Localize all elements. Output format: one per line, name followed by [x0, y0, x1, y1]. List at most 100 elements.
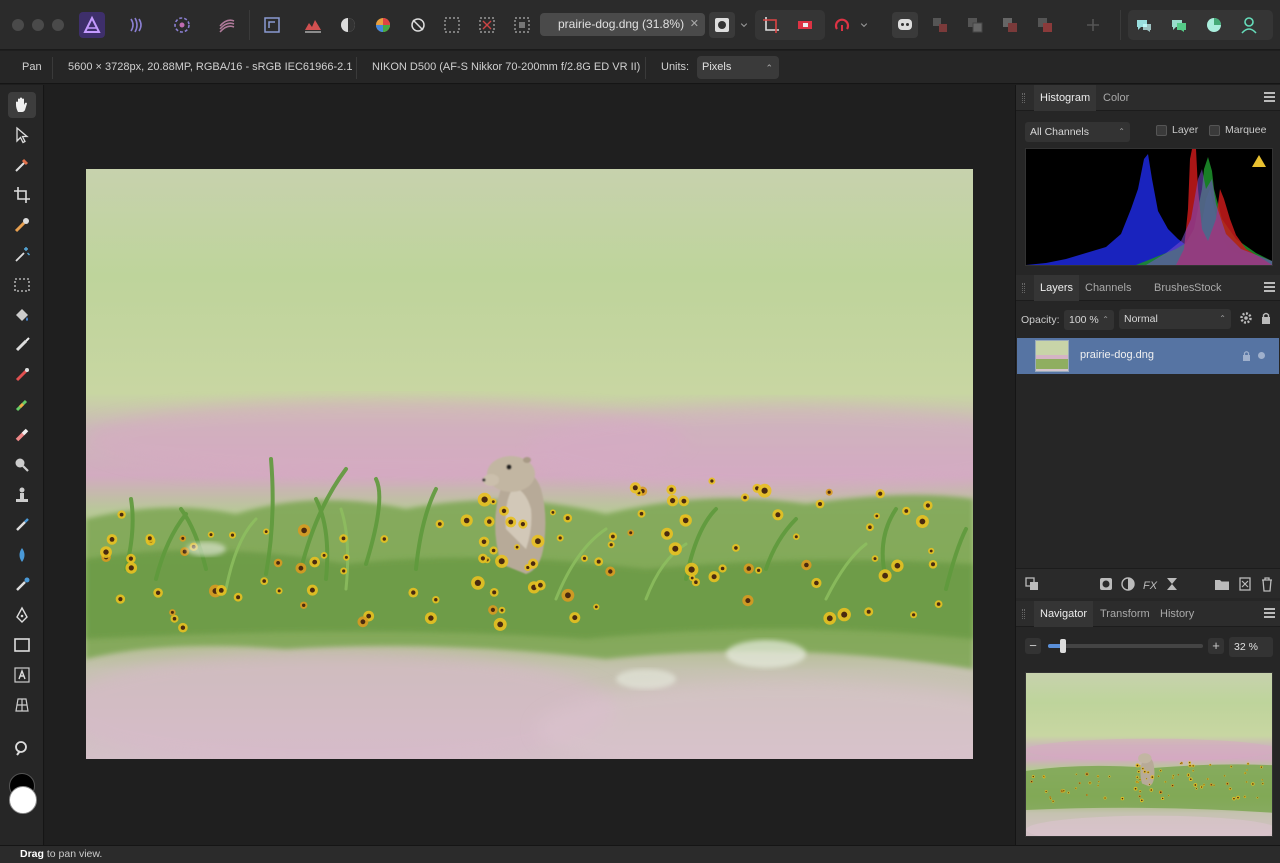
- close-document-icon[interactable]: ✕: [690, 13, 699, 36]
- develop-persona-icon[interactable]: [169, 12, 195, 38]
- close-window-button[interactable]: [12, 19, 24, 31]
- tab-color[interactable]: Color: [1097, 85, 1135, 111]
- quick-mask-dropdown-icon[interactable]: [737, 12, 751, 38]
- channels-select[interactable]: All Channels: [1025, 122, 1130, 142]
- blend-mode-select[interactable]: Normal: [1119, 309, 1231, 329]
- tab-histogram[interactable]: Histogram: [1034, 85, 1097, 111]
- zoom-in-button[interactable]: +: [1208, 638, 1224, 654]
- mixer-brush-tool-icon[interactable]: [8, 392, 36, 418]
- main-toolbar: prairie-dog.dng (31.8%) ✕: [0, 0, 1280, 50]
- quick-mask-icon[interactable]: [709, 12, 735, 38]
- move-forward-icon[interactable]: [997, 12, 1023, 38]
- rectangular-marquee-tool-icon[interactable]: [8, 272, 36, 298]
- tab-stock[interactable]: Stock: [1188, 275, 1228, 301]
- navigator-preview[interactable]: [1025, 672, 1273, 837]
- units-select[interactable]: Pixels: [697, 56, 779, 80]
- zoom-out-button[interactable]: −: [1025, 638, 1041, 654]
- marquee-checkbox[interactable]: [1209, 125, 1220, 136]
- canvas-area[interactable]: [45, 85, 1015, 845]
- zoom-slider-knob[interactable]: [1060, 639, 1066, 653]
- pixel-tool-icon[interactable]: [8, 362, 36, 388]
- export-persona-icon[interactable]: [259, 12, 285, 38]
- liquify-persona-icon[interactable]: [124, 12, 150, 38]
- assistant-dropdown-icon[interactable]: [857, 12, 871, 38]
- hourglass-icon[interactable]: [1164, 576, 1180, 592]
- selection-brush-tool-icon[interactable]: [8, 212, 36, 238]
- snap-grid-icon[interactable]: [1080, 12, 1106, 38]
- chat-icon[interactable]: [1166, 12, 1192, 38]
- auto-white-balance-icon[interactable]: [405, 12, 431, 38]
- levels-icon[interactable]: [300, 12, 326, 38]
- add-pixel-layer-icon[interactable]: [1237, 576, 1253, 592]
- tab-navigator[interactable]: Navigator: [1034, 601, 1094, 627]
- zoom-slider-track[interactable]: [1048, 644, 1203, 648]
- crop-tool-icon[interactable]: [8, 182, 36, 208]
- text-tool-icon[interactable]: [8, 662, 36, 688]
- minimize-window-button[interactable]: [32, 19, 44, 31]
- pen-tool-icon[interactable]: [8, 602, 36, 628]
- force-pixel-alignment-icon[interactable]: [792, 12, 818, 38]
- adjustment-layer-icon[interactable]: [1120, 576, 1136, 592]
- arrange-icon[interactable]: [927, 12, 953, 38]
- mesh-warp-tool-icon[interactable]: [8, 692, 36, 718]
- move-to-front-icon[interactable]: [1032, 12, 1058, 38]
- photo-persona-icon[interactable]: [79, 12, 105, 38]
- navigator-panel-menu-icon[interactable]: [1264, 608, 1275, 618]
- add-group-icon[interactable]: [1214, 576, 1230, 592]
- shared-feedback-icon[interactable]: [1131, 12, 1157, 38]
- delete-layer-icon[interactable]: [1259, 576, 1275, 592]
- blur-brush-tool-icon[interactable]: [8, 542, 36, 568]
- select-all-icon[interactable]: [439, 12, 465, 38]
- histogram-panel-menu-icon[interactable]: [1264, 92, 1275, 102]
- secondary-color-swatch[interactable]: [9, 786, 37, 814]
- rectangle-tool-icon[interactable]: [8, 632, 36, 658]
- tools-panel: [0, 85, 44, 845]
- layer-row[interactable]: prairie-dog.dng: [1017, 338, 1279, 374]
- lock-icon[interactable]: [1260, 311, 1272, 325]
- document-image[interactable]: [86, 169, 973, 759]
- tab-history[interactable]: History: [1154, 601, 1200, 627]
- layer-checkbox[interactable]: [1156, 125, 1167, 136]
- tab-channels[interactable]: Channels: [1079, 275, 1137, 301]
- deselect-icon[interactable]: [474, 12, 500, 38]
- account-icon[interactable]: [1236, 12, 1262, 38]
- add-mask-icon[interactable]: [1098, 576, 1114, 592]
- panel-grip-icon[interactable]: [1022, 609, 1025, 619]
- layers-panel-menu-icon[interactable]: [1264, 282, 1275, 292]
- panel-grip-icon[interactable]: [1022, 93, 1025, 103]
- assistant-options-icon[interactable]: [829, 12, 855, 38]
- flood-select-tool-icon[interactable]: [8, 242, 36, 268]
- flood-fill-tool-icon[interactable]: [8, 302, 36, 328]
- view-tool-hand-icon[interactable]: [8, 92, 36, 118]
- tone-mapping-persona-icon[interactable]: [214, 12, 240, 38]
- move-back-icon[interactable]: [962, 12, 988, 38]
- layer-visibility-icon[interactable]: [1258, 352, 1265, 359]
- zoom-window-button[interactable]: [52, 19, 64, 31]
- paint-brush-tool-icon[interactable]: [8, 332, 36, 358]
- units-label: Units:: [661, 61, 690, 73]
- color-picker-tool-icon[interactable]: [8, 152, 36, 178]
- layer-arrange-icon[interactable]: [1024, 576, 1040, 592]
- opacity-input[interactable]: 100 %: [1064, 310, 1114, 330]
- zoom-tool-icon[interactable]: [8, 736, 36, 762]
- sharing-icon[interactable]: [1201, 12, 1227, 38]
- layer-lock-icon[interactable]: [1242, 350, 1251, 361]
- blemish-removal-tool-icon[interactable]: [8, 512, 36, 538]
- zoom-value-input[interactable]: 32 %: [1229, 637, 1273, 657]
- invert-selection-icon[interactable]: [509, 12, 535, 38]
- auto-colors-icon[interactable]: [370, 12, 396, 38]
- assistant-icon[interactable]: [892, 12, 918, 38]
- tab-layers[interactable]: Layers: [1034, 275, 1080, 301]
- snapping-icon[interactable]: [758, 12, 784, 38]
- live-filter-icon[interactable]: FX: [1142, 576, 1158, 592]
- clone-brush-tool-icon[interactable]: [8, 482, 36, 508]
- smudge-brush-tool-icon[interactable]: [8, 572, 36, 598]
- document-tab[interactable]: prairie-dog.dng (31.8%) ✕: [540, 13, 705, 36]
- auto-contrast-icon[interactable]: [335, 12, 361, 38]
- erase-brush-tool-icon[interactable]: [8, 422, 36, 448]
- tab-transform[interactable]: Transform: [1094, 601, 1156, 627]
- layer-settings-gear-icon[interactable]: [1239, 311, 1253, 325]
- dodge-brush-tool-icon[interactable]: [8, 452, 36, 478]
- move-tool-icon[interactable]: [8, 122, 36, 148]
- panel-grip-icon[interactable]: [1022, 283, 1025, 293]
